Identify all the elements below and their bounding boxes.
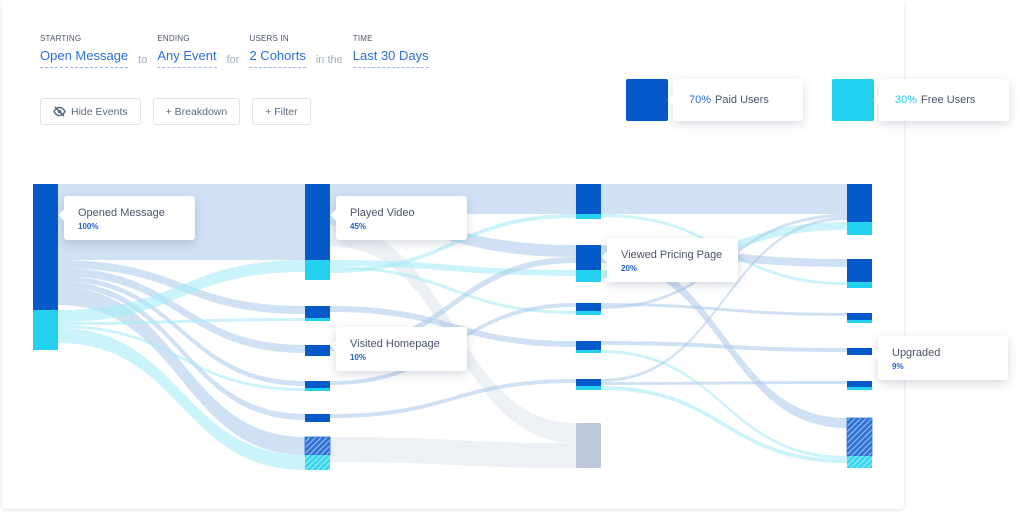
paid-node-bar[interactable] (847, 259, 872, 282)
free-node-bar[interactable] (305, 388, 330, 391)
flow-node-c2n4[interactable] (305, 381, 330, 391)
node-label-c1n1: Opened Message 100% (64, 196, 195, 240)
flow-node-c2n2[interactable] (305, 306, 330, 321)
flow-link-paid[interactable] (330, 379, 576, 418)
flow-node-c3n2[interactable] (576, 245, 601, 282)
free-node-bar[interactable] (847, 456, 872, 468)
flow-node-c4n3[interactable] (847, 313, 872, 323)
free-node-bar[interactable] (305, 318, 330, 321)
flow-node-c4n1[interactable] (847, 184, 872, 235)
paid-node-bar[interactable] (847, 381, 872, 387)
node-label-percent: 45% (350, 222, 367, 231)
flow-link-dropoff[interactable] (330, 437, 576, 468)
node-label-percent: 100% (78, 222, 99, 231)
flow-node-c2n6[interactable] (304, 436, 331, 470)
flow-node-c2n1[interactable] (305, 184, 330, 280)
flow-node-c3n4[interactable] (576, 341, 601, 353)
node-label-name: Played Video (350, 207, 415, 219)
free-node-bar[interactable] (576, 386, 601, 390)
flow-node-c4n2[interactable] (847, 259, 872, 288)
node-label-c3n2: Viewed Pricing Page 20% (607, 238, 738, 282)
node-label-percent: 20% (621, 264, 638, 273)
paid-node-bar[interactable] (846, 417, 873, 457)
flow-sankey-chart (33, 184, 873, 470)
flow-link-free[interactable] (601, 386, 847, 463)
node-label-name: Opened Message (78, 207, 165, 219)
paid-node-bar[interactable] (847, 348, 872, 355)
flow-node-c1n1[interactable] (33, 184, 58, 350)
flow-node-c2n3[interactable] (305, 345, 330, 356)
node-label-percent: 10% (350, 353, 367, 362)
flow-node-c4n5[interactable] (847, 381, 872, 390)
node-label-percent: 9% (892, 362, 904, 371)
paid-node-bar[interactable] (305, 381, 330, 388)
free-node-bar[interactable] (847, 222, 872, 235)
paid-node-bar[interactable] (305, 414, 330, 422)
paid-node-bar[interactable] (576, 379, 601, 386)
paid-node-bar[interactable] (305, 184, 330, 260)
node-label-name: Visited Homepage (350, 338, 440, 350)
free-node-bar[interactable] (305, 260, 330, 280)
paid-node-bar[interactable] (847, 184, 872, 222)
flow-node-c4n6[interactable] (846, 417, 873, 468)
flow-node-c3n3[interactable] (576, 303, 601, 315)
flow-link-paid[interactable] (601, 381, 847, 385)
paid-node-bar[interactable] (305, 345, 330, 356)
flow-node-c3n6[interactable] (576, 423, 601, 468)
free-node-bar[interactable] (33, 310, 58, 350)
node-label-name: Viewed Pricing Page (621, 249, 723, 261)
paid-node-bar[interactable] (576, 184, 601, 214)
free-node-bar[interactable] (576, 270, 601, 282)
free-node-bar[interactable] (576, 350, 601, 353)
flow-link-paid[interactable] (601, 184, 847, 214)
flow-node-c2n5[interactable] (305, 414, 330, 422)
free-node-bar[interactable] (847, 320, 872, 323)
paid-node-bar[interactable] (304, 436, 331, 456)
free-node-bar[interactable] (847, 282, 872, 288)
node-label-name: Upgraded (892, 347, 941, 359)
flow-link-free[interactable] (601, 350, 847, 459)
paid-node-bar[interactable] (305, 306, 330, 318)
paid-node-bar[interactable] (576, 341, 601, 350)
dropoff-node-bar[interactable] (576, 423, 601, 468)
flow-node-c3n5[interactable] (576, 379, 601, 390)
free-node-bar[interactable] (576, 311, 601, 315)
free-node-bar[interactable] (576, 214, 601, 219)
node-label-c2n1: Played Video 45% (336, 196, 467, 240)
node-label-c2n3: Visited Homepage 10% (336, 327, 467, 371)
flow-node-c4n4[interactable] (847, 348, 872, 355)
paid-node-bar[interactable] (33, 184, 58, 310)
paid-node-bar[interactable] (847, 313, 872, 320)
free-node-bar[interactable] (847, 387, 872, 390)
flow-node-c3n1[interactable] (576, 184, 601, 219)
free-node-bar[interactable] (305, 455, 330, 470)
paid-node-bar[interactable] (576, 245, 601, 270)
node-label-c4n4: Upgraded 9% (878, 336, 1008, 380)
paid-node-bar[interactable] (576, 303, 601, 311)
